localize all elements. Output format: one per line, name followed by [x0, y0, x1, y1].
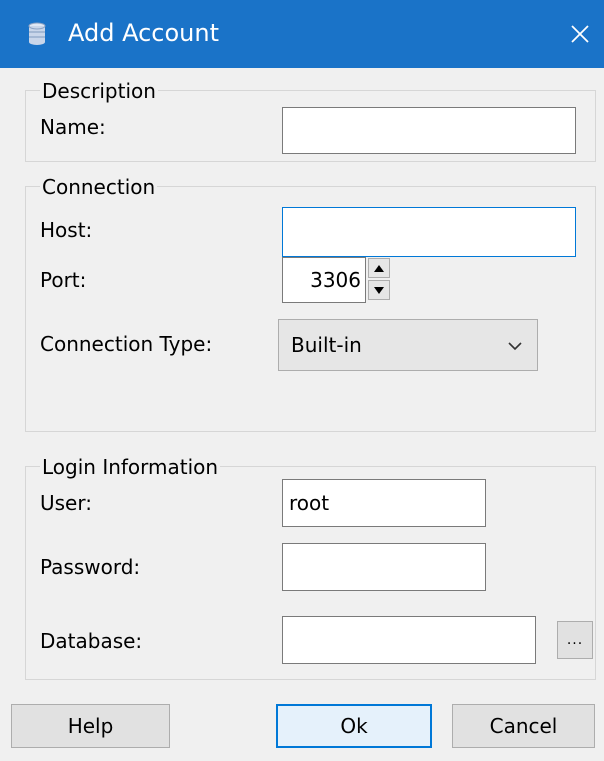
arrow-down-icon	[374, 286, 384, 294]
port-spinner	[368, 258, 390, 302]
connection-type-value: Built-in	[291, 333, 362, 357]
name-label: Name:	[40, 115, 106, 139]
chevron-down-icon	[508, 342, 522, 351]
user-input[interactable]	[282, 479, 486, 527]
help-button[interactable]: Help	[11, 704, 170, 748]
connection-type-label: Connection Type:	[40, 332, 213, 356]
window-title: Add Account	[68, 19, 219, 47]
description-legend: Description	[40, 77, 158, 105]
host-input[interactable]	[282, 207, 576, 257]
add-account-dialog: Add Account Description Name: Connection…	[0, 0, 604, 761]
connection-type-select[interactable]: Built-in	[278, 319, 538, 371]
password-input[interactable]	[282, 543, 486, 591]
title-bar: Add Account	[0, 0, 604, 68]
ok-button[interactable]: Ok	[276, 704, 432, 748]
close-button[interactable]	[560, 14, 600, 54]
port-input[interactable]	[282, 257, 366, 303]
database-browse-button[interactable]: ...	[557, 621, 593, 659]
password-label: Password:	[40, 555, 141, 579]
login-legend: Login Information	[40, 453, 221, 481]
cancel-button[interactable]: Cancel	[452, 704, 595, 748]
database-input[interactable]	[282, 616, 536, 664]
name-input[interactable]	[282, 107, 576, 154]
port-label: Port:	[40, 268, 87, 292]
port-increment-button[interactable]	[368, 258, 390, 278]
database-label: Database:	[40, 629, 143, 653]
close-icon	[571, 25, 589, 43]
port-decrement-button[interactable]	[368, 280, 390, 300]
database-icon	[28, 22, 46, 45]
arrow-up-icon	[374, 264, 384, 272]
connection-legend: Connection	[40, 173, 158, 201]
host-label: Host:	[40, 218, 93, 242]
user-label: User:	[40, 491, 92, 515]
